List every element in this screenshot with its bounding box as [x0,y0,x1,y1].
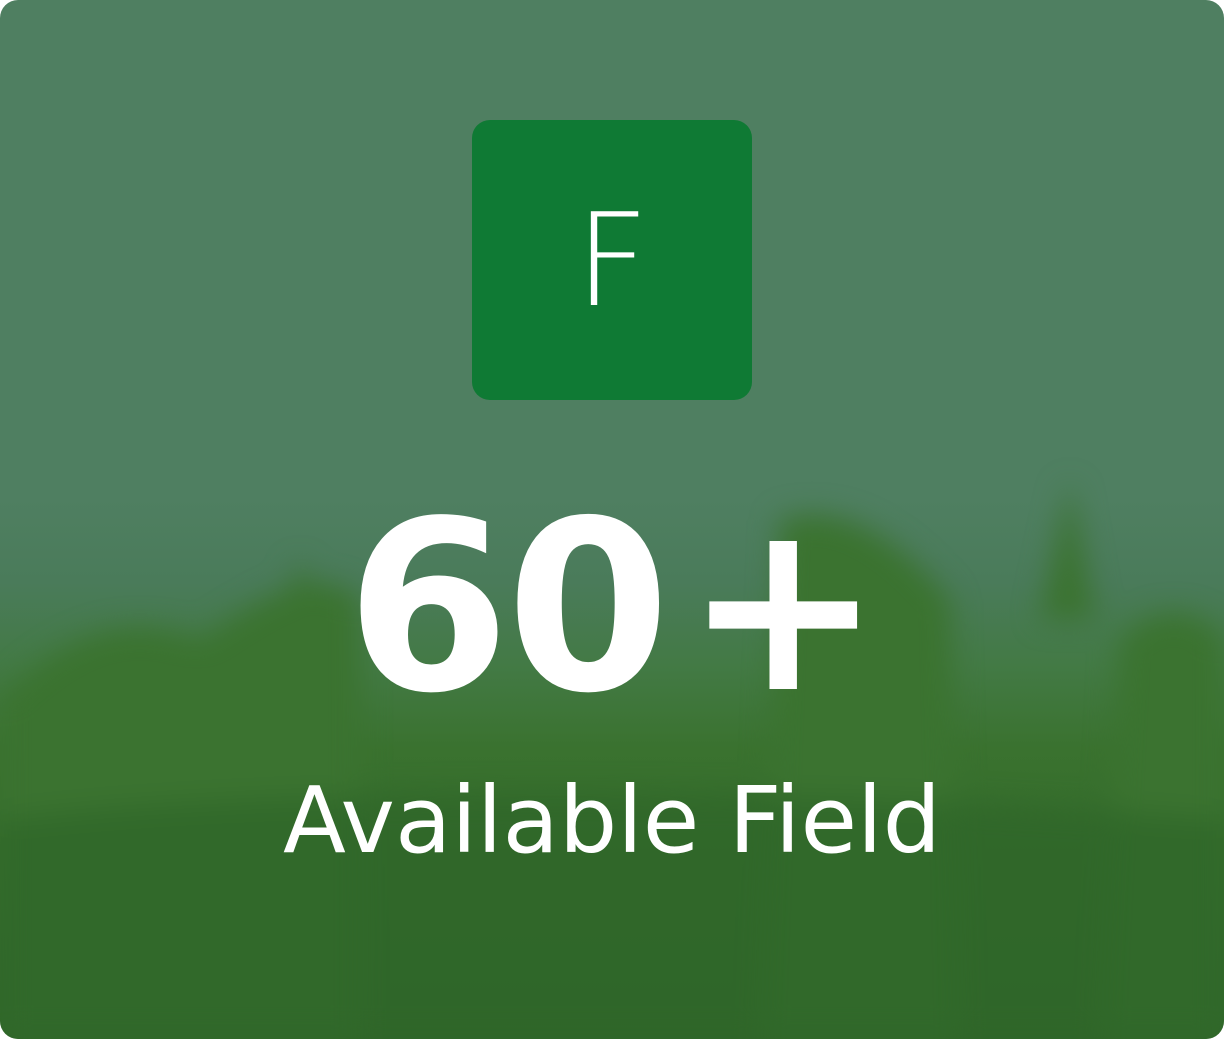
stat-card: F 60+ Available Field [0,0,1224,1039]
stat-number: 60+ [0,490,1224,726]
logo-badge: F [472,120,752,400]
stat-value: 60 [345,470,670,745]
logo-letter: F [575,187,649,336]
stat-suffix: + [684,470,882,745]
stat-caption: Available Field [282,767,941,874]
